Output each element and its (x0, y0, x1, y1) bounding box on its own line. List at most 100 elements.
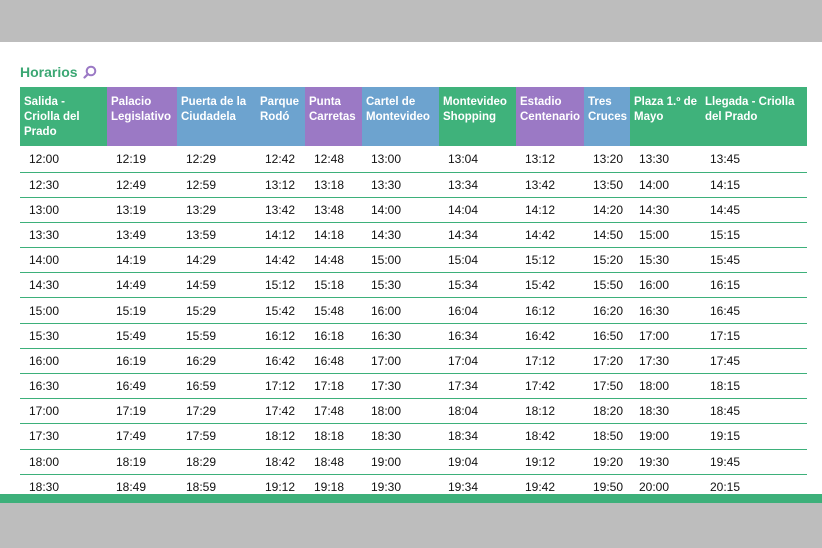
time-cell: 13:29 (177, 197, 256, 223)
time-cell: 18:00 (630, 373, 701, 400)
time-cell: 14:45 (701, 197, 807, 223)
time-cell: 15:45 (701, 247, 807, 274)
time-cell: 18:50 (584, 423, 630, 450)
time-cell: 18:30 (630, 398, 701, 425)
schedule-title-group: Horarios (20, 64, 97, 80)
time-cell: 13:42 (516, 172, 584, 198)
time-cell: 15:00 (20, 297, 107, 324)
time-cell: 15:15 (701, 222, 807, 249)
time-cell: 15:12 (256, 272, 305, 299)
time-cell: 18:48 (305, 449, 362, 475)
table-row: 14:30 14:49 14:59 15:12 15:18 15:30 15:34 15:42… (20, 272, 807, 299)
time-cell: 18:42 (516, 423, 584, 450)
time-cell: 17:15 (701, 323, 807, 349)
time-cell: 13:34 (439, 172, 516, 198)
time-cell: 15:04 (439, 247, 516, 274)
time-cell: 14:42 (256, 247, 305, 274)
time-cell: 13:19 (107, 197, 177, 223)
table-row: 15:00 15:19 15:29 15:42 15:48 16:00 16:04 16:12… (20, 297, 807, 324)
time-cell: 15:20 (584, 247, 630, 274)
column-header: Plaza 1.º de Mayo (630, 87, 701, 146)
time-cell: 18:29 (177, 449, 256, 475)
time-cell: 13:20 (584, 146, 630, 173)
time-cell: 14:00 (630, 172, 701, 198)
time-cell: 14:00 (362, 197, 439, 223)
time-cell: 13:30 (630, 146, 701, 173)
time-cell: 15:30 (362, 272, 439, 299)
time-cell: 13:12 (256, 172, 305, 198)
time-cell: 19:00 (630, 423, 701, 450)
column-header: Llegada - Criolla del Prado (701, 87, 807, 146)
time-cell: 13:18 (305, 172, 362, 198)
time-cell: 18:04 (439, 398, 516, 425)
time-cell: 14:19 (107, 247, 177, 274)
time-cell: 17:50 (584, 373, 630, 400)
column-header: Parque Rodó (256, 87, 305, 146)
time-cell: 14:20 (584, 197, 630, 223)
time-cell: 16:42 (256, 348, 305, 375)
time-cell: 15:30 (20, 323, 107, 349)
column-header: Estadio Centenario (516, 87, 584, 146)
page-title: Horarios (20, 64, 78, 80)
time-cell: 13:49 (107, 222, 177, 249)
time-cell: 14:12 (256, 222, 305, 249)
table-row: 16:00 16:19 16:29 16:42 16:48 17:00 17:04 17:12… (20, 348, 807, 375)
time-cell: 12:42 (256, 146, 305, 173)
time-cell: 16:00 (630, 272, 701, 299)
time-cell: 16:48 (305, 348, 362, 375)
table-row: 17:30 17:49 17:59 18:12 18:18 18:30 18:34 18:42… (20, 423, 807, 450)
time-cell: 17:19 (107, 398, 177, 425)
time-cell: 15:29 (177, 297, 256, 324)
time-cell: 13:42 (256, 197, 305, 223)
column-header: Puerta de la Ciudadela (177, 87, 256, 146)
time-cell: 18:19 (107, 449, 177, 475)
table-row: 16:30 16:49 16:59 17:12 17:18 17:30 17:34 17:42… (20, 373, 807, 400)
table-row: 14:00 14:19 14:29 14:42 14:48 15:00 15:04 15:12… (20, 247, 807, 274)
time-cell: 16:30 (362, 323, 439, 349)
time-cell: 15:00 (362, 247, 439, 274)
time-cell: 12:00 (20, 146, 107, 173)
time-cell: 17:34 (439, 373, 516, 400)
column-header: Cartel de Montevideo (362, 87, 439, 146)
time-cell: 16:49 (107, 373, 177, 400)
time-cell: 17:12 (516, 348, 584, 375)
time-cell: 13:30 (20, 222, 107, 249)
time-cell: 17:00 (362, 348, 439, 375)
time-cell: 16:45 (701, 297, 807, 324)
time-cell: 16:12 (516, 297, 584, 324)
time-cell: 15:18 (305, 272, 362, 299)
time-cell: 15:19 (107, 297, 177, 324)
bottom-divider (0, 494, 822, 503)
time-cell: 17:29 (177, 398, 256, 425)
time-cell: 16:50 (584, 323, 630, 349)
search-icon[interactable] (82, 65, 97, 79)
time-cell: 12:49 (107, 172, 177, 198)
time-cell: 14:30 (362, 222, 439, 249)
time-cell: 14:49 (107, 272, 177, 299)
time-cell: 14:29 (177, 247, 256, 274)
time-cell: 19:45 (701, 449, 807, 475)
header-row: Salida - Criolla del Prado Palacio Legisl… (20, 87, 807, 146)
time-cell: 18:18 (305, 423, 362, 450)
time-cell: 14:00 (20, 247, 107, 274)
time-cell: 18:34 (439, 423, 516, 450)
time-cell: 16:30 (630, 297, 701, 324)
time-cell: 14:04 (439, 197, 516, 223)
time-cell: 13:00 (362, 146, 439, 173)
time-cell: 17:59 (177, 423, 256, 450)
column-header: Salida - Criolla del Prado (20, 87, 107, 146)
table-row: 12:00 12:19 12:29 12:42 12:48 13:00 13:04 13:12… (20, 146, 807, 173)
table-row: 13:30 13:49 13:59 14:12 14:18 14:30 14:34 14:42… (20, 222, 807, 249)
time-cell: 16:42 (516, 323, 584, 349)
time-cell: 17:18 (305, 373, 362, 400)
time-cell: 18:15 (701, 373, 807, 400)
time-cell: 18:20 (584, 398, 630, 425)
time-cell: 17:04 (439, 348, 516, 375)
time-cell: 12:29 (177, 146, 256, 173)
time-cell: 18:12 (256, 423, 305, 450)
time-cell: 18:00 (20, 449, 107, 475)
time-cell: 12:30 (20, 172, 107, 198)
time-cell: 17:00 (20, 398, 107, 425)
time-cell: 17:48 (305, 398, 362, 425)
time-cell: 14:48 (305, 247, 362, 274)
